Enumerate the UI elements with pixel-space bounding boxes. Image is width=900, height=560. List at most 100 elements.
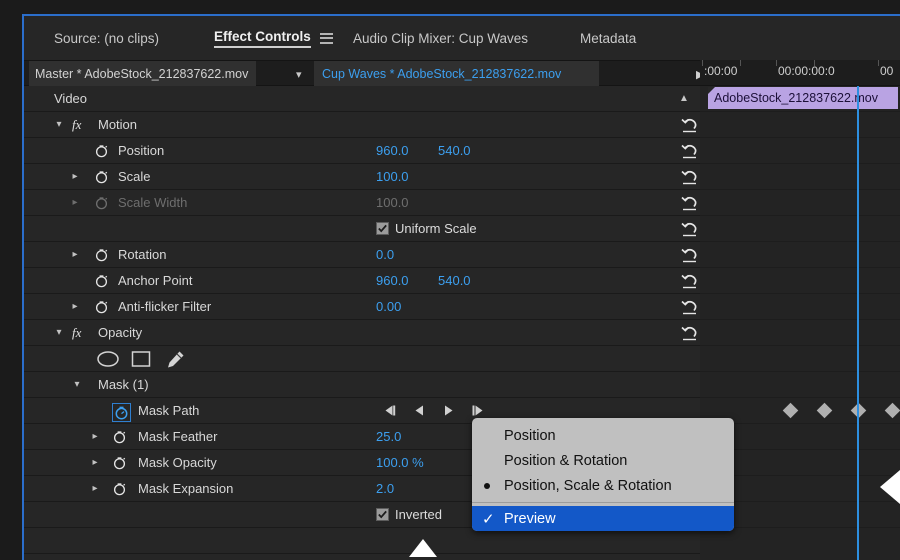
reset-anti-flicker[interactable] bbox=[674, 294, 700, 320]
property-scale-value[interactable]: 100.0 bbox=[376, 169, 409, 184]
reset-motion[interactable] bbox=[674, 112, 700, 138]
property-mask-expansion-label: Mask Expansion bbox=[138, 481, 234, 496]
stopwatch-icon[interactable] bbox=[94, 169, 109, 184]
stopwatch-icon[interactable] bbox=[94, 195, 109, 210]
property-scale-width[interactable]: ▸ Scale Width 100.0 bbox=[24, 190, 700, 216]
next-keyframe-icon[interactable] bbox=[442, 404, 455, 417]
timeline-clip-row: AdobeStock_212837622.mov bbox=[700, 86, 900, 112]
menu-item-position-scale-rotation[interactable]: Position, Scale & Rotation bbox=[472, 473, 734, 498]
keyframe-marker[interactable] bbox=[782, 402, 799, 419]
reset-icon[interactable] bbox=[679, 116, 701, 134]
reset-spacer bbox=[674, 86, 700, 112]
disclosure-mask-opacity[interactable]: ▸ bbox=[88, 457, 102, 468]
reset-icon[interactable] bbox=[679, 142, 701, 160]
property-mask-expansion-value[interactable]: 2.0 bbox=[376, 481, 394, 496]
reset-scale[interactable] bbox=[674, 164, 700, 190]
property-anchor-point-value-x[interactable]: 960.0 bbox=[376, 273, 409, 288]
timeline-ruler[interactable]: :00:00 00:00:00:0 00 bbox=[700, 60, 900, 86]
property-scale[interactable]: ▸ Scale 100.0 bbox=[24, 164, 700, 190]
timeline-clip-band[interactable]: AdobeStock_212837622.mov bbox=[708, 87, 898, 109]
reset-opacity[interactable] bbox=[674, 320, 700, 346]
reset-icon[interactable] bbox=[679, 194, 701, 212]
timeline-row bbox=[700, 242, 900, 268]
reset-position[interactable] bbox=[674, 138, 700, 164]
master-clip-selector[interactable]: Master * AdobeStock_212837622.mov bbox=[29, 61, 257, 87]
menu-item-position-rotation[interactable]: Position & Rotation bbox=[472, 448, 734, 473]
property-mask-path-label: Mask Path bbox=[138, 403, 200, 418]
inverted-checkbox[interactable] bbox=[376, 508, 389, 521]
property-mask-opacity-label: Mask Opacity bbox=[138, 455, 217, 470]
inverted-label: Inverted bbox=[395, 507, 442, 522]
pen-tool-icon[interactable] bbox=[164, 349, 186, 369]
tab-effect-controls[interactable]: Effect Controls bbox=[214, 16, 333, 60]
reset-uniform-scale[interactable] bbox=[674, 216, 700, 242]
disclosure-mask-feather[interactable]: ▸ bbox=[88, 431, 102, 442]
stopwatch-icon[interactable] bbox=[112, 429, 127, 444]
hamburger-icon[interactable] bbox=[319, 32, 333, 44]
mask-group-header[interactable]: ▾ Mask (1) bbox=[24, 372, 700, 398]
property-rotation-value[interactable]: 0.0 bbox=[376, 247, 394, 262]
stopwatch-icon-active[interactable] bbox=[112, 403, 131, 422]
property-mask-opacity-value[interactable]: 100.0 % bbox=[376, 455, 424, 470]
disclosure-anti-flicker[interactable]: ▸ bbox=[68, 301, 82, 312]
disclosure-opacity[interactable]: ▾ bbox=[52, 327, 66, 338]
go-to-previous-keyframe-icon[interactable] bbox=[382, 404, 397, 417]
menu-item-position-label: Position bbox=[504, 427, 556, 444]
stopwatch-icon[interactable] bbox=[94, 247, 109, 262]
stopwatch-icon[interactable] bbox=[94, 299, 109, 314]
property-anchor-point-value-y[interactable]: 540.0 bbox=[438, 273, 471, 288]
effect-motion-header[interactable]: ▾ fx Motion bbox=[24, 112, 700, 138]
reset-icon[interactable] bbox=[679, 246, 701, 264]
reset-icon[interactable] bbox=[679, 168, 701, 186]
tab-metadata[interactable]: Metadata bbox=[580, 16, 636, 60]
section-video-label: Video bbox=[54, 91, 88, 106]
active-clip-selector[interactable]: Cup Waves * AdobeStock_212837622.mov bbox=[314, 61, 599, 87]
disclosure-scale[interactable]: ▸ bbox=[68, 171, 82, 182]
disclosure-mask-expansion[interactable]: ▸ bbox=[88, 483, 102, 494]
reset-scale-width[interactable] bbox=[674, 190, 700, 216]
reset-anchor-point[interactable] bbox=[674, 268, 700, 294]
keyframe-marker[interactable] bbox=[884, 402, 900, 419]
rectangle-mask-icon[interactable] bbox=[130, 350, 152, 368]
disclosure-scale-width[interactable]: ▸ bbox=[68, 197, 82, 208]
reset-icon[interactable] bbox=[679, 324, 701, 342]
playhead-line[interactable] bbox=[857, 86, 859, 560]
stopwatch-icon[interactable] bbox=[94, 273, 109, 288]
effect-controls-panel: Source: (no clips) Effect Controls Audio… bbox=[22, 14, 900, 560]
chevron-down-icon[interactable]: ▾ bbox=[296, 61, 302, 87]
reset-rotation[interactable] bbox=[674, 242, 700, 268]
go-to-next-keyframe-icon[interactable] bbox=[471, 404, 486, 417]
property-anti-flicker-filter[interactable]: ▸ Anti-flicker Filter 0.00 bbox=[24, 294, 700, 320]
section-video[interactable]: Video ▲ bbox=[24, 86, 700, 112]
disclosure-rotation[interactable]: ▸ bbox=[68, 249, 82, 260]
stopwatch-icon[interactable] bbox=[112, 455, 127, 470]
fx-icon-opacity: fx bbox=[72, 324, 82, 340]
reset-icon[interactable] bbox=[679, 220, 701, 238]
disclosure-motion[interactable]: ▾ bbox=[52, 119, 66, 130]
keyframe-marker[interactable] bbox=[816, 402, 833, 419]
disclosure-mask-group[interactable]: ▾ bbox=[70, 379, 84, 390]
selected-bullet-icon bbox=[484, 483, 490, 489]
menu-item-preview[interactable]: ✓ Preview bbox=[472, 506, 734, 531]
reset-icon[interactable] bbox=[679, 272, 701, 290]
reset-icon[interactable] bbox=[679, 298, 701, 316]
tab-source[interactable]: Source: (no clips) bbox=[54, 16, 159, 60]
effect-opacity-header[interactable]: ▾ fx Opacity bbox=[24, 320, 700, 346]
property-anchor-point[interactable]: Anchor Point 960.0 540.0 bbox=[24, 268, 700, 294]
property-anti-flicker-filter-value[interactable]: 0.00 bbox=[376, 299, 401, 314]
tab-audio-clip-mixer-label: Audio Clip Mixer: Cup Waves bbox=[353, 30, 529, 46]
stopwatch-icon[interactable] bbox=[112, 481, 127, 496]
stopwatch-icon[interactable] bbox=[94, 143, 109, 158]
property-position-value-y[interactable]: 540.0 bbox=[438, 143, 471, 158]
property-rotation[interactable]: ▸ Rotation 0.0 bbox=[24, 242, 700, 268]
property-mask-feather-value[interactable]: 25.0 bbox=[376, 429, 401, 444]
property-uniform-scale[interactable]: Uniform Scale bbox=[24, 216, 700, 242]
uniform-scale-checkbox[interactable] bbox=[376, 222, 389, 235]
previous-keyframe-icon[interactable] bbox=[413, 404, 426, 417]
menu-item-position[interactable]: Position bbox=[472, 423, 734, 448]
keyframe-interpolation-context-menu[interactable]: Position Position & Rotation Position, S… bbox=[472, 418, 734, 531]
property-position[interactable]: Position 960.0 540.0 bbox=[24, 138, 700, 164]
ellipse-mask-icon[interactable] bbox=[96, 350, 120, 368]
property-position-value-x[interactable]: 960.0 bbox=[376, 143, 409, 158]
tab-audio-clip-mixer[interactable]: Audio Clip Mixer: Cup Waves bbox=[353, 16, 528, 60]
